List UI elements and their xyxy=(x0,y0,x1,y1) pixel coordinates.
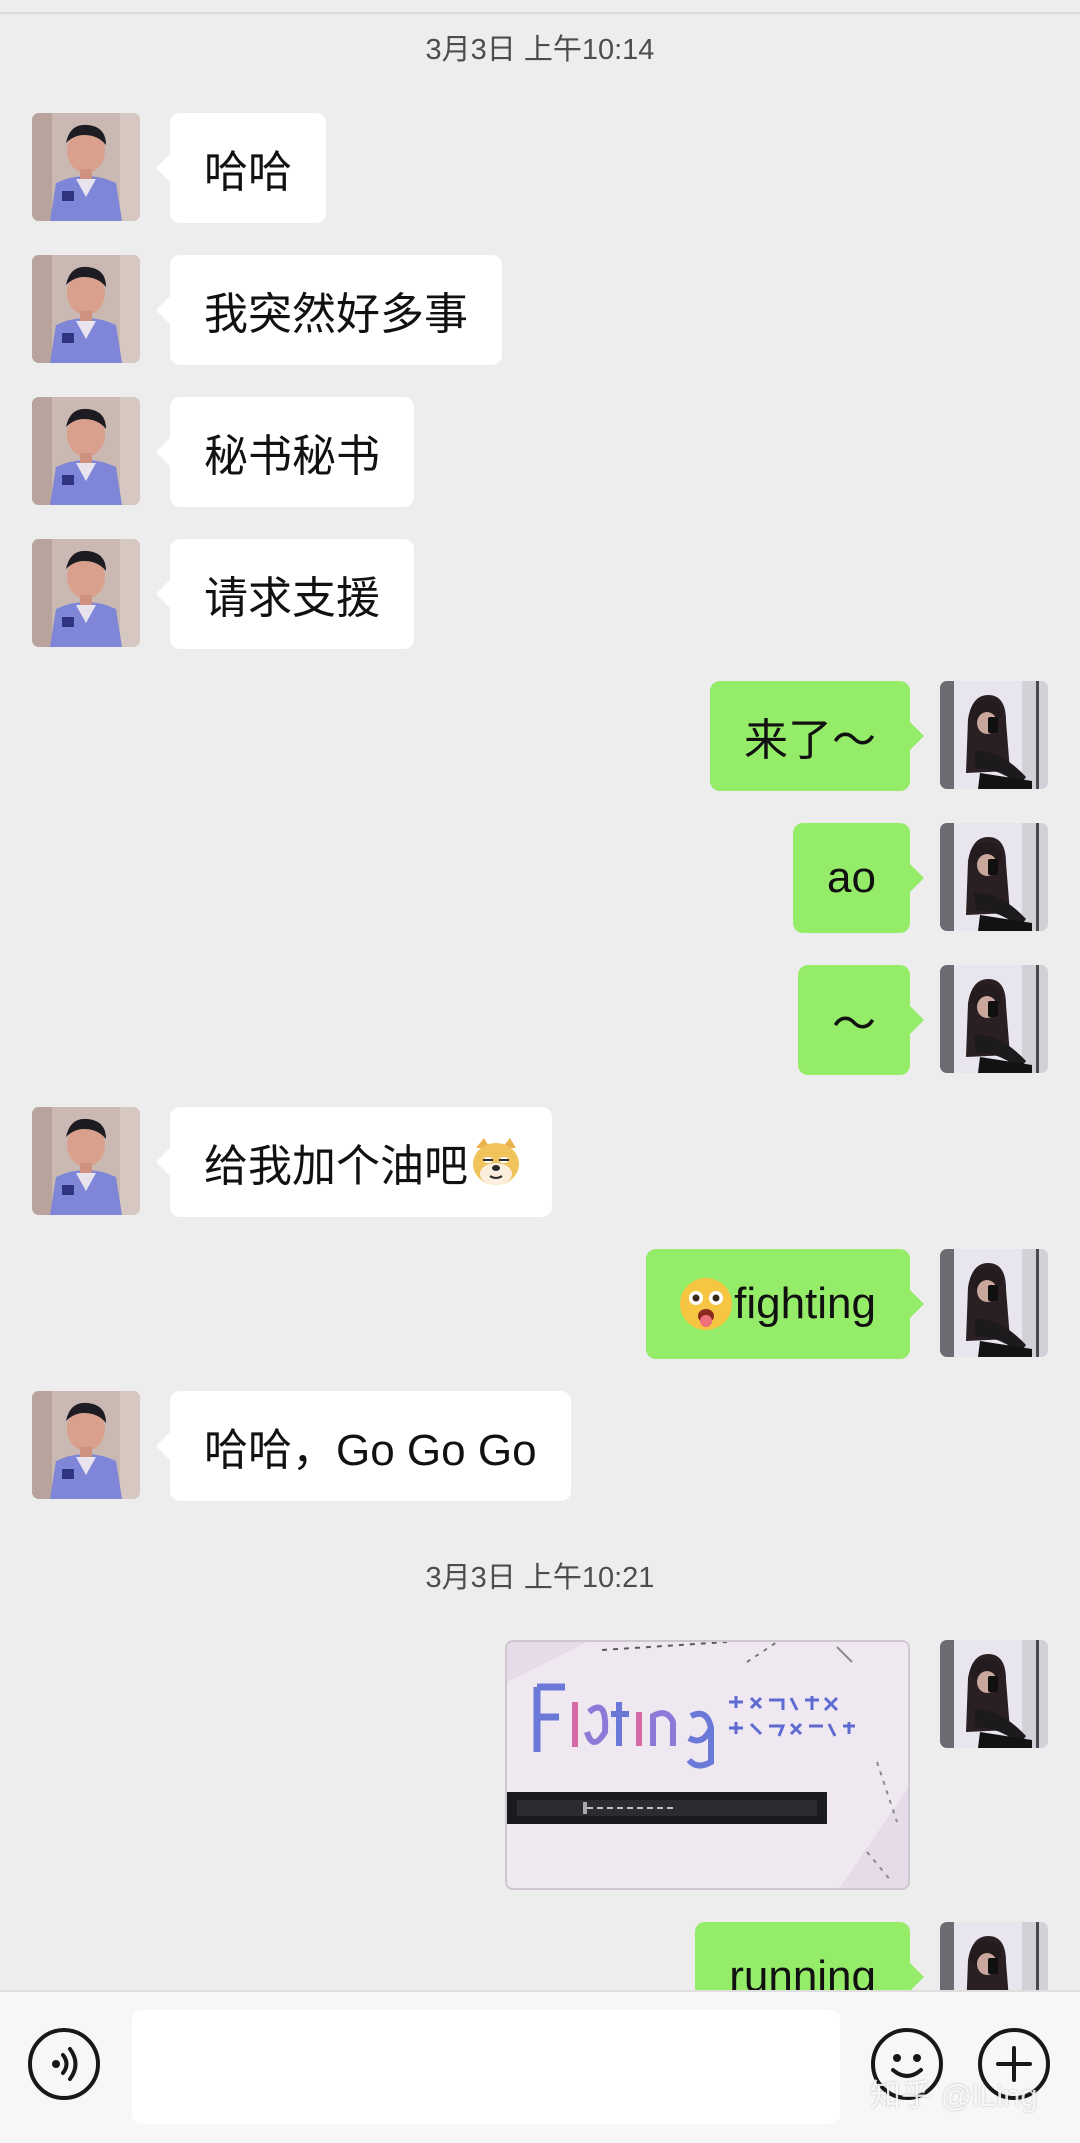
contact-avatar[interactable] xyxy=(32,1107,140,1215)
my-avatar[interactable] xyxy=(940,823,1048,931)
received-message[interactable]: 请求支援 xyxy=(156,539,414,649)
sent-message[interactable]: fighting xyxy=(646,1249,924,1359)
message-text: fighting xyxy=(734,1279,876,1328)
message-text: 哈哈，Go Go Go xyxy=(204,1426,537,1475)
my-avatar[interactable] xyxy=(940,965,1048,1073)
tongue-out-emoji-icon xyxy=(678,1276,734,1332)
photo-fighting-card[interactable] xyxy=(505,1640,910,1890)
input-bar xyxy=(0,1990,1080,2143)
my-avatar[interactable] xyxy=(940,1249,1048,1357)
message-text: ～ xyxy=(832,1000,876,1049)
message-text: 请求支援 xyxy=(204,574,380,623)
sent-message[interactable]: ao xyxy=(793,823,924,933)
my-avatar[interactable] xyxy=(940,1640,1048,1748)
header-divider xyxy=(0,0,1080,14)
my-avatar[interactable] xyxy=(940,1922,1048,1990)
sent-message[interactable]: 来了～ xyxy=(710,681,924,791)
message-text: running xyxy=(729,1952,876,1990)
timestamp: 3月3日 上午10:14 xyxy=(425,34,655,66)
contact-avatar[interactable] xyxy=(32,397,140,505)
message-input[interactable] xyxy=(132,2010,840,2124)
received-message[interactable]: 我突然好多事 xyxy=(156,255,502,365)
received-message[interactable]: 给我加个油吧 xyxy=(156,1107,552,1217)
sent-message[interactable]: ～ xyxy=(798,965,924,1075)
message-text: 来了～ xyxy=(744,716,876,765)
message-text: ao xyxy=(827,853,876,902)
message-text: 我突然好多事 xyxy=(204,290,468,339)
my-avatar[interactable] xyxy=(940,681,1048,789)
doge-emoji-icon xyxy=(468,1134,524,1190)
contact-avatar[interactable] xyxy=(32,1391,140,1499)
chat-area[interactable]: 3月3日 上午10:14 哈哈 我突然好多事 秘书秘书 请求支援 来了～ ao … xyxy=(0,0,1080,1990)
received-message[interactable]: 哈哈 xyxy=(156,113,326,223)
contact-avatar[interactable] xyxy=(32,539,140,647)
timestamp: 3月3日 上午10:21 xyxy=(425,1562,655,1594)
contact-avatar[interactable] xyxy=(32,113,140,221)
contact-avatar[interactable] xyxy=(32,255,140,363)
watermark: 知乎 @lLing xyxy=(870,2078,1038,2113)
voice-icon[interactable] xyxy=(28,2028,100,2100)
sent-message[interactable]: running xyxy=(695,1922,924,1990)
message-text: 给我加个油吧 xyxy=(204,1142,468,1191)
message-text: 哈哈 xyxy=(204,148,292,197)
message-text: 秘书秘书 xyxy=(204,432,380,481)
received-message[interactable]: 秘书秘书 xyxy=(156,397,414,507)
received-message[interactable]: 哈哈，Go Go Go xyxy=(156,1391,571,1501)
